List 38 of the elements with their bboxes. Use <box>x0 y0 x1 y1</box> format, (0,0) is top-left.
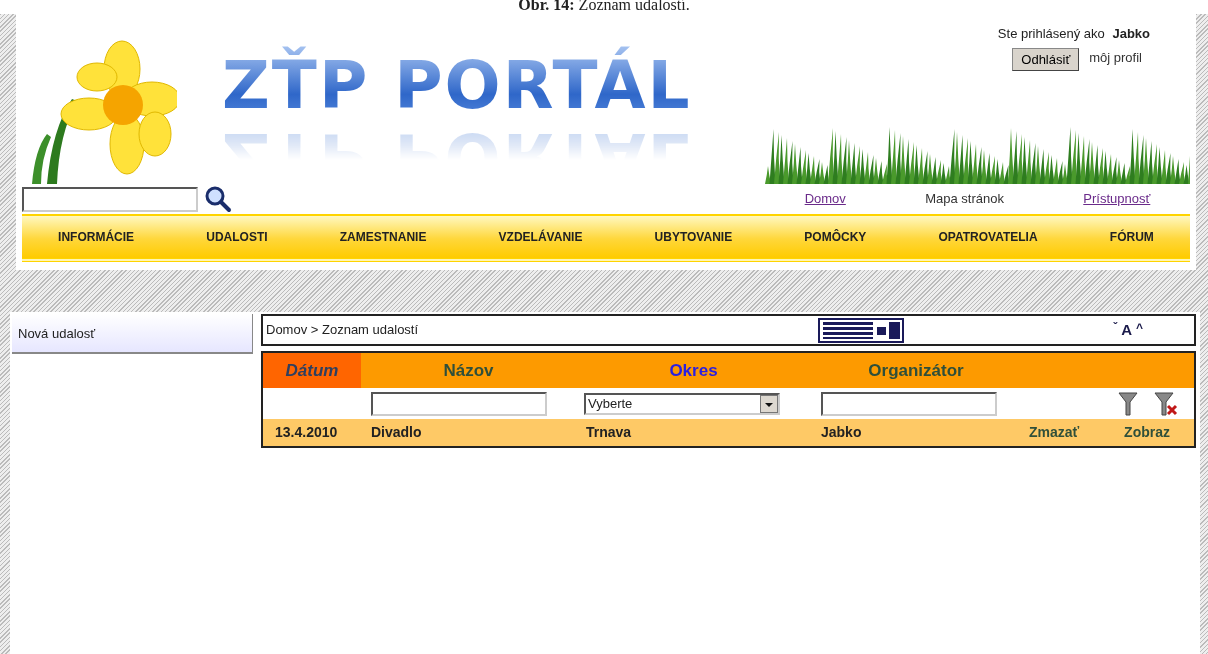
menu-item[interactable]: FÓRUM <box>1109 228 1154 246</box>
table-cell-text: Trnava <box>585 424 632 440</box>
nav-link[interactable]: Domov <box>804 189 846 209</box>
keyboard-icon[interactable] <box>818 317 904 343</box>
breadcrumb: Domov > Zoznam udalostí <box>266 321 420 340</box>
clear-filter-icon[interactable] <box>1154 391 1178 416</box>
column-header[interactable]: Organizátor <box>811 353 1021 388</box>
profile-link[interactable]: môj profil <box>1089 47 1142 67</box>
row-action-link[interactable]: Zmazať <box>1029 422 1080 443</box>
font-size-control[interactable]: ^ <box>1136 318 1143 342</box>
font-size-control[interactable]: A <box>1121 318 1132 342</box>
table-cell-text: Jabko <box>820 424 862 440</box>
row-action-link[interactable]: Zobraz <box>1124 422 1170 443</box>
filter-icon[interactable] <box>1118 391 1138 416</box>
menu-item[interactable]: VZDELÁVANIE <box>498 228 583 246</box>
filter-select[interactable]: Vyberte <box>584 392 780 415</box>
font-size-control[interactable]: ˇ <box>1113 318 1118 342</box>
filter-field[interactable] <box>821 391 997 416</box>
column-header[interactable]: Okres <box>576 353 811 388</box>
filter-field[interactable] <box>371 391 547 416</box>
nav-link[interactable]: Mapa stránok <box>925 189 1004 209</box>
menu-item[interactable]: INFORMÁCIE <box>58 228 135 246</box>
search-field[interactable] <box>22 186 198 212</box>
login-status-label: Ste prihlásený ako <box>997 26 1105 41</box>
table-cell-text: Divadlo <box>370 424 422 440</box>
search-icon[interactable] <box>204 185 232 213</box>
user-name: Jabko <box>1112 26 1150 41</box>
column-header[interactable]: Názov <box>361 353 576 388</box>
logout-button[interactable]: Odhlásiť <box>1012 47 1080 71</box>
menu-item[interactable]: UBYTOVANIE <box>654 228 733 246</box>
menu-item[interactable]: UDALOSTI <box>206 228 268 246</box>
table-cell-text: 13.4.2010 <box>274 424 338 440</box>
menu-item[interactable]: ZAMESTNANIE <box>339 228 427 246</box>
menu-item[interactable]: OPATROVATELIA <box>938 228 1038 246</box>
sidebar-item[interactable]: Nová udalosť <box>12 314 253 354</box>
menu-item[interactable]: POMÔCKY <box>804 228 867 246</box>
column-header[interactable]: Dátum <box>263 353 361 388</box>
nav-link[interactable]: Prístupnosť <box>1083 189 1151 209</box>
